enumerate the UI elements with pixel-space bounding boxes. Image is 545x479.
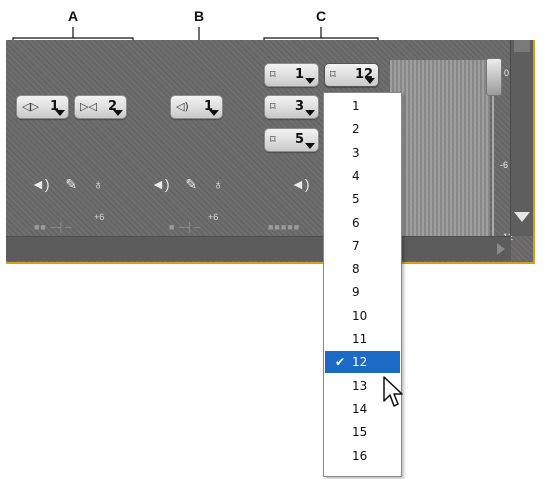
audio-mixer-panel: 0 -6 -12 ◁▷ 1 ▷◁ 2 ◁) 1 ⌑ 1 ⌑ 12 ⌑ 3 ⌑ 5 [6,40,535,264]
dropdown-item[interactable]: 7 [325,235,400,257]
dropdown-item[interactable]: 11 [325,328,400,350]
chevron-down-icon [305,143,315,149]
group-b-tick-label: +6 [208,212,219,222]
db-label-0: 0 [504,68,510,78]
dropdown-item[interactable]: 16 [325,445,400,467]
microphone-icon[interactable]: ♁ [213,176,224,192]
scroll-thumb[interactable] [514,40,530,52]
horizontal-scrollbar[interactable] [6,236,511,261]
channel-frame-icon: ⌑ [330,68,336,81]
mono-channel-button[interactable]: ◁) 1 [170,95,223,119]
checkmark-icon: ✔ [335,355,346,370]
dropdown-item-label: 2 [352,122,360,137]
group-c-track-icons: ◄) [291,176,310,192]
stereo-channel-button[interactable]: ◁▷ 1 [16,95,69,119]
dropdown-item-label: 6 [352,215,360,230]
multichannel-button-12[interactable]: ⌑ 12 [324,63,379,87]
db-label-minus6: -6 [500,160,509,170]
group-c-level-indicator: ■■■■■ [268,222,301,232]
channel-dropdown-menu[interactable]: 1 2 3 4 5 6 7 8 9 10 11 ✔ 12 13 14 15 16 [323,92,402,477]
dropdown-item-label: 13 [352,378,368,393]
multichannel-button-5[interactable]: ⌑ 5 [264,128,319,152]
microphone-icon[interactable]: ♁ [93,176,104,192]
chevron-down-icon [55,110,65,116]
dropdown-item-label: 1 [352,99,360,113]
volume-meter [390,60,490,236]
stereo-icon: ◁▷ [22,100,39,113]
dropdown-item-label: 16 [352,448,368,463]
group-a-tick-label: +6 [94,212,105,222]
fader-knob[interactable] [486,58,502,96]
dropdown-item[interactable]: 4 [325,165,400,187]
dropdown-item-label: 7 [352,238,360,253]
scroll-right-arrow-icon[interactable] [497,243,505,255]
mouse-cursor-icon [383,376,403,407]
dropdown-item[interactable]: 10 [325,305,400,327]
channel-frame-marked-icon: ⌑ [270,100,276,113]
dropdown-item[interactable]: 3 [325,142,400,164]
dropdown-item[interactable]: ✔ 12 [325,351,400,374]
group-a-level-indicator: ■■ ─┤─ [34,222,73,232]
speaker-icon[interactable]: ◄) [31,176,50,192]
channel-frame-icon: ⌑ [270,68,276,81]
channel-frame-icon: ⌑ [270,133,276,146]
chevron-down-icon [209,110,219,116]
chevron-down-icon [305,78,315,84]
pencil-icon[interactable]: ✎ [185,176,197,192]
dropdown-item-label: 5 [352,192,360,207]
dropdown-item[interactable]: 2 [325,118,400,140]
dropdown-item-label: 4 [352,168,360,183]
dropdown-item[interactable]: 1 [325,95,400,117]
dropdown-item[interactable]: 9 [325,281,400,303]
dropdown-item-label: 11 [352,332,368,346]
multichannel-button-3[interactable]: ⌑ 3 [264,95,319,119]
dropdown-item[interactable]: 8 [325,258,400,280]
dropdown-item[interactable]: 5 [325,188,400,210]
dropdown-item-label: 14 [352,401,368,416]
dropdown-item-label: 8 [352,262,360,277]
dropdown-item-label: 12 [352,355,368,370]
speaker-icon: ◁) [176,100,189,113]
dropdown-item-label: 15 [352,425,368,440]
chevron-down-icon [365,78,375,84]
multichannel-button-1[interactable]: ⌑ 1 [264,63,319,87]
speaker-icon[interactable]: ◄) [291,176,310,192]
pencil-icon[interactable]: ✎ [65,176,77,192]
dropdown-item[interactable]: 6 [325,212,400,234]
speaker-icon[interactable]: ◄) [151,176,170,192]
scroll-down-arrow-icon[interactable] [514,212,530,222]
dropdown-item[interactable]: 15 [325,421,400,443]
group-b-level-indicator: ■ ─┤─ [169,222,202,232]
chevron-down-icon [113,110,123,116]
group-a-track-icons: ◄) ✎ ♁ [31,176,104,193]
dropdown-item-label: 9 [352,285,360,300]
dropdown-item-label: 3 [352,145,360,160]
group-b-track-icons: ◄) ✎ ♁ [151,176,224,193]
dropdown-item-label: 10 [352,308,368,323]
vertical-scrollbar[interactable] [510,40,533,236]
right-speaker-icon: ▷◁ [80,100,97,113]
right-channel-button[interactable]: ▷◁ 2 [74,95,127,119]
chevron-down-icon [305,110,315,116]
